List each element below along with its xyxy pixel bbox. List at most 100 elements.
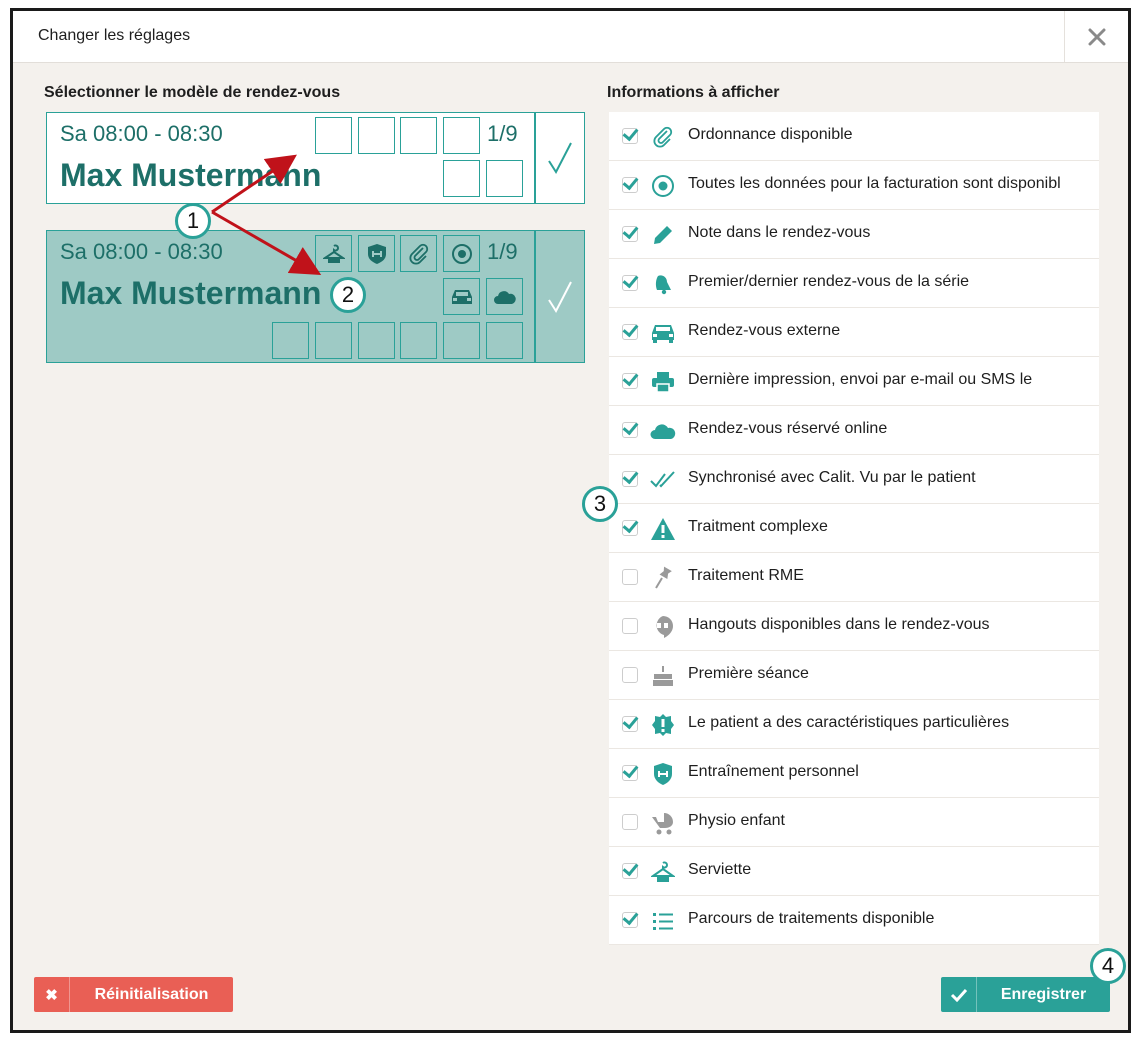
- list-item[interactable]: Dernière impression, envoi par e-mail ou…: [609, 357, 1099, 406]
- checkbox[interactable]: [622, 618, 638, 634]
- template-card-2[interactable]: Sa 08:00 - 08:30 Max Mustermann 1/9: [46, 230, 585, 363]
- template-time: Sa 08:00 - 08:30: [60, 121, 223, 146]
- checkbox[interactable]: [622, 177, 638, 193]
- checkmark-icon: [548, 281, 572, 313]
- icon-slot: [400, 117, 437, 154]
- checkbox[interactable]: [622, 226, 638, 242]
- shield-dumbbell-icon: [367, 243, 386, 264]
- list-item[interactable]: Hangouts disponibles dans le rendez-vous: [609, 602, 1099, 651]
- icon-slot: [315, 322, 352, 359]
- checkbox[interactable]: [622, 765, 638, 781]
- icon-slot: [486, 278, 523, 315]
- list-item[interactable]: Le patient a des caractéristiques partic…: [609, 700, 1099, 749]
- checkbox[interactable]: [622, 863, 638, 879]
- annotation-badge-2: 2: [330, 277, 366, 313]
- settings-dialog: Changer les réglages Sélectionner le mod…: [10, 8, 1131, 1033]
- checkbox[interactable]: [622, 667, 638, 683]
- item-label: Rendez-vous externe: [688, 322, 841, 339]
- checkbox[interactable]: [622, 422, 638, 438]
- icon-slot: [486, 160, 523, 197]
- list-item[interactable]: Physio enfant: [609, 798, 1099, 847]
- icon-slot: [400, 235, 437, 272]
- template-section-title: Sélectionner le modèle de rendez-vous: [44, 84, 341, 101]
- list-item[interactable]: Ordonnance disponible: [609, 112, 1099, 161]
- dialog-title: Changer les réglages: [38, 27, 191, 44]
- list-item[interactable]: Entraînement personnel: [609, 749, 1099, 798]
- checkbox[interactable]: [622, 520, 638, 536]
- list-item[interactable]: Premier/dernier rendez-vous de la série: [609, 259, 1099, 308]
- pencil-icon: [654, 226, 672, 244]
- checkbox[interactable]: [622, 716, 638, 732]
- item-label: Ordonnance disponible: [688, 126, 853, 143]
- cake-icon: [653, 666, 673, 686]
- reset-button[interactable]: ✖ Réinitialisation: [34, 977, 233, 1012]
- list-item[interactable]: Toutes les données pour la facturation s…: [609, 161, 1099, 210]
- select-template-check[interactable]: [535, 113, 585, 203]
- template-time: Sa 08:00 - 08:30: [60, 239, 223, 264]
- printer-icon: [652, 372, 674, 393]
- checkbox[interactable]: [622, 373, 638, 389]
- save-button[interactable]: Enregistrer: [941, 977, 1110, 1012]
- pin-icon: [655, 566, 672, 589]
- icon-slot: [443, 235, 480, 272]
- checkbox[interactable]: [622, 814, 638, 830]
- list-item[interactable]: Traitment complexe: [609, 504, 1099, 553]
- list-item[interactable]: Note dans le rendez-vous: [609, 210, 1099, 259]
- icon-slot: [358, 322, 395, 359]
- icon-slot: [400, 322, 437, 359]
- cloud-icon: [650, 424, 676, 439]
- checkbox[interactable]: [622, 275, 638, 291]
- select-template-check[interactable]: [535, 231, 585, 362]
- checkbox[interactable]: [622, 128, 638, 144]
- paperclip-icon: [408, 243, 428, 265]
- template-count: 1/9: [487, 239, 518, 264]
- icon-slot: [315, 117, 352, 154]
- item-label: Rendez-vous réservé online: [688, 420, 888, 437]
- checkbox[interactable]: [622, 569, 638, 585]
- item-label: Première séance: [688, 665, 809, 682]
- list-item[interactable]: Première séance: [609, 651, 1099, 700]
- checkbox[interactable]: [622, 912, 638, 928]
- info-section-title: Informations à afficher: [607, 84, 780, 101]
- item-label: Parcours de traitements disponible: [688, 910, 935, 927]
- double-check-icon: [650, 471, 675, 488]
- list-item[interactable]: Traitement RME: [609, 553, 1099, 602]
- stroller-icon: [652, 813, 673, 835]
- template-card-1[interactable]: Sa 08:00 - 08:30 Max Mustermann 1/9: [46, 112, 585, 204]
- warning-icon: [651, 518, 675, 540]
- checkmark-icon: [548, 142, 572, 175]
- info-list: Ordonnance disponible Toutes les données…: [609, 112, 1099, 945]
- list-item[interactable]: Serviette: [609, 847, 1099, 896]
- item-label: Dernière impression, envoi par e-mail ou…: [688, 371, 1033, 388]
- paperclip-icon: [653, 126, 673, 148]
- item-label: Serviette: [688, 861, 752, 878]
- annotation-badge-1: 1: [175, 203, 211, 239]
- item-label: Traitment complexe: [688, 518, 828, 535]
- hanger-icon: [651, 861, 675, 882]
- close-icon: [1088, 28, 1105, 45]
- checkbox[interactable]: [622, 324, 638, 340]
- icon-slot: [443, 117, 480, 154]
- dialog-header: Changer les réglages: [13, 11, 1128, 63]
- list-item[interactable]: Rendez-vous réservé online: [609, 406, 1099, 455]
- close-button[interactable]: [1064, 11, 1128, 62]
- item-label: Premier/dernier rendez-vous de la série: [688, 273, 970, 290]
- item-label: Physio enfant: [688, 812, 785, 829]
- reset-label: Réinitialisation: [94, 986, 209, 1003]
- icon-slot: [315, 235, 352, 272]
- template-count: 1/9: [487, 121, 518, 146]
- checkbox[interactable]: [622, 471, 638, 487]
- target-icon: [652, 175, 674, 197]
- icon-slot: [358, 117, 395, 154]
- list-item[interactable]: Parcours de traitements disponible: [609, 896, 1099, 945]
- hanger-icon: [322, 244, 345, 263]
- car-icon: [652, 325, 674, 343]
- list-item[interactable]: Synchronisé avec Calit. Vu par le patien…: [609, 455, 1099, 504]
- item-label: Hangouts disponibles dans le rendez-vous: [688, 616, 990, 633]
- item-label: Entraînement personnel: [688, 763, 859, 780]
- icon-slot: [486, 322, 523, 359]
- item-label: Le patient a des caractéristiques partic…: [688, 714, 1010, 731]
- car-icon: [451, 289, 472, 304]
- list-item[interactable]: Rendez-vous externe: [609, 308, 1099, 357]
- icon-slot: [443, 160, 480, 197]
